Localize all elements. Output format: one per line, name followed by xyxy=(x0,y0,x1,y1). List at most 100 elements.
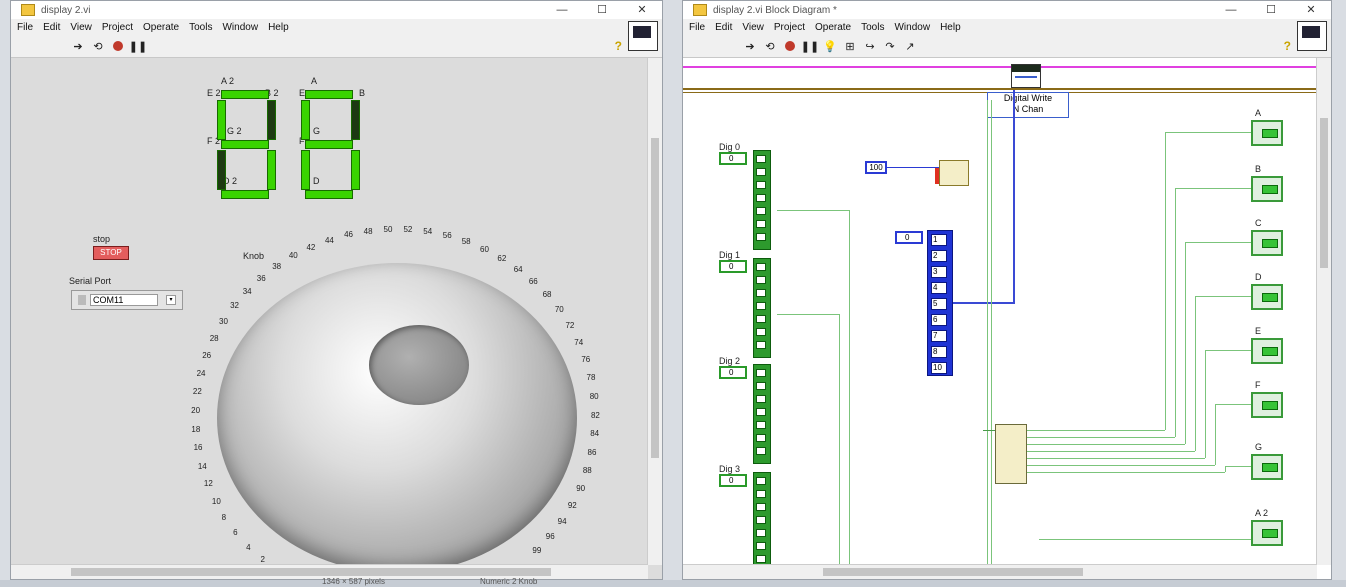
array-element[interactable]: 4 xyxy=(931,282,947,294)
menu-file[interactable]: File xyxy=(17,22,33,33)
run-continuous-icon[interactable]: ⟲ xyxy=(91,40,105,53)
boolean-element[interactable] xyxy=(756,289,766,297)
boolean-element[interactable] xyxy=(756,369,766,377)
front-panel-vscroll[interactable] xyxy=(647,58,662,565)
menu-project[interactable]: Project xyxy=(102,22,133,33)
array-element[interactable]: 2 xyxy=(931,250,947,262)
step-over-icon[interactable]: ↷ xyxy=(883,40,897,53)
array-element[interactable]: 8 xyxy=(931,346,947,358)
vi-icon[interactable] xyxy=(628,21,658,51)
menu-file[interactable]: File xyxy=(689,22,705,33)
menu-help[interactable]: Help xyxy=(940,22,961,33)
boolean-indicator[interactable] xyxy=(1251,230,1283,256)
boolean-indicator[interactable] xyxy=(1251,120,1283,146)
boolean-element[interactable] xyxy=(756,220,766,228)
boolean-element[interactable] xyxy=(756,328,766,336)
boolean-element[interactable] xyxy=(756,555,766,563)
boolean-indicator[interactable] xyxy=(1251,338,1283,364)
dig-index-constant[interactable]: 0 xyxy=(719,474,747,487)
close-icon[interactable]: ✕ xyxy=(1291,1,1331,19)
boolean-array[interactable] xyxy=(753,150,771,250)
boolean-element[interactable] xyxy=(756,315,766,323)
boolean-indicator[interactable] xyxy=(1251,392,1283,418)
menu-view[interactable]: View xyxy=(742,22,764,33)
menu-operate[interactable]: Operate xyxy=(143,22,179,33)
menu-project[interactable]: Project xyxy=(774,22,805,33)
menu-view[interactable]: View xyxy=(70,22,92,33)
help-icon[interactable]: ? xyxy=(1284,39,1291,53)
boolean-element[interactable] xyxy=(756,263,766,271)
minimize-icon[interactable]: — xyxy=(542,1,582,19)
close-icon[interactable]: ✕ xyxy=(622,1,662,19)
boolean-array[interactable] xyxy=(753,472,771,572)
boolean-element[interactable] xyxy=(756,421,766,429)
array-element[interactable]: 1 xyxy=(931,234,947,246)
help-icon[interactable]: ? xyxy=(615,39,622,53)
menu-help[interactable]: Help xyxy=(268,22,289,33)
array-element[interactable]: 6 xyxy=(931,314,947,326)
boolean-indicator[interactable] xyxy=(1251,454,1283,480)
menu-window[interactable]: Window xyxy=(894,22,930,33)
dig-index-constant[interactable]: 0 xyxy=(719,260,747,273)
boolean-element[interactable] xyxy=(756,477,766,485)
boolean-indicator[interactable] xyxy=(1251,520,1283,546)
numeric-array[interactable]: 1 2 3 4 5 6 7 8 10 xyxy=(927,230,953,376)
run-arrow-icon[interactable]: ➔ xyxy=(71,40,85,53)
wait-constant[interactable]: 100 xyxy=(865,161,887,174)
boolean-element[interactable] xyxy=(756,194,766,202)
run-continuous-icon[interactable]: ⟲ xyxy=(763,40,777,53)
minimize-icon[interactable]: — xyxy=(1211,1,1251,19)
boolean-element[interactable] xyxy=(756,382,766,390)
array-element[interactable]: 10 xyxy=(931,362,947,374)
highlight-execution-icon[interactable]: 💡 xyxy=(823,40,837,53)
boolean-array[interactable] xyxy=(753,258,771,358)
boolean-element[interactable] xyxy=(756,447,766,455)
abort-icon[interactable] xyxy=(783,40,797,52)
dig-index-constant[interactable]: 0 xyxy=(719,152,747,165)
boolean-element[interactable] xyxy=(756,233,766,241)
dig-index-constant[interactable]: 0 xyxy=(719,366,747,379)
case-selector-constant[interactable]: 0 xyxy=(895,231,923,244)
vi-icon[interactable] xyxy=(1297,21,1327,51)
boolean-indicator[interactable] xyxy=(1251,284,1283,310)
array-element[interactable]: 3 xyxy=(931,266,947,278)
boolean-element[interactable] xyxy=(756,395,766,403)
boolean-element[interactable] xyxy=(756,168,766,176)
boolean-array[interactable] xyxy=(753,364,771,464)
menu-window[interactable]: Window xyxy=(222,22,258,33)
array-element[interactable]: 5 xyxy=(931,298,947,310)
boolean-element[interactable] xyxy=(756,207,766,215)
block-diagram-vscroll[interactable] xyxy=(1316,58,1331,565)
boolean-element[interactable] xyxy=(756,341,766,349)
retain-wire-values-icon[interactable]: ⊞ xyxy=(843,40,857,53)
boolean-element[interactable] xyxy=(756,490,766,498)
digital-write-node[interactable] xyxy=(1011,64,1041,88)
menu-tools[interactable]: Tools xyxy=(861,22,884,33)
boolean-element[interactable] xyxy=(756,155,766,163)
boolean-element[interactable] xyxy=(756,542,766,550)
digital-write-label[interactable]: Digital Write N Chan xyxy=(987,92,1069,118)
array-element[interactable]: 7 xyxy=(931,330,947,342)
step-out-icon[interactable]: ↗ xyxy=(903,40,917,53)
menu-tools[interactable]: Tools xyxy=(189,22,212,33)
abort-icon[interactable] xyxy=(111,40,125,52)
boolean-element[interactable] xyxy=(756,503,766,511)
boolean-indicator[interactable] xyxy=(1251,176,1283,202)
block-diagram-hscroll[interactable] xyxy=(683,564,1317,579)
boolean-element[interactable] xyxy=(756,529,766,537)
pause-icon[interactable]: ❚❚ xyxy=(129,40,147,53)
index-array-node[interactable] xyxy=(995,424,1027,484)
step-into-icon[interactable]: ↪ xyxy=(863,40,877,53)
boolean-element[interactable] xyxy=(756,516,766,524)
menu-operate[interactable]: Operate xyxy=(815,22,851,33)
boolean-element[interactable] xyxy=(756,276,766,284)
menu-edit[interactable]: Edit xyxy=(43,22,60,33)
boolean-element[interactable] xyxy=(756,302,766,310)
wait-function-icon[interactable] xyxy=(939,160,969,186)
maximize-icon[interactable]: ☐ xyxy=(1251,1,1291,19)
menu-edit[interactable]: Edit xyxy=(715,22,732,33)
boolean-element[interactable] xyxy=(756,434,766,442)
run-arrow-icon[interactable]: ➔ xyxy=(743,40,757,53)
pause-icon[interactable]: ❚❚ xyxy=(801,40,819,53)
maximize-icon[interactable]: ☐ xyxy=(582,1,622,19)
